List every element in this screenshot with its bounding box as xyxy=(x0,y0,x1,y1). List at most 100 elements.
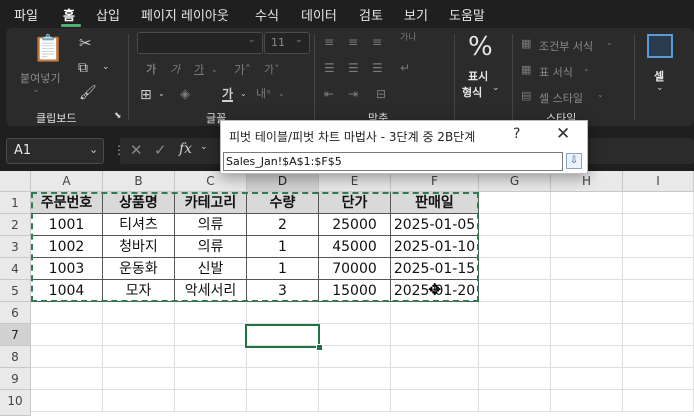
table-cell[interactable]: 운동화 xyxy=(103,258,175,280)
header-cell[interactable]: 단가 xyxy=(319,192,391,214)
empty-cell[interactable] xyxy=(103,346,175,368)
empty-cell[interactable] xyxy=(247,390,319,412)
paste-icon[interactable]: 📋 xyxy=(32,36,64,62)
align-left-icon[interactable]: ☰ xyxy=(324,62,335,74)
empty-cell[interactable] xyxy=(551,302,623,324)
row-header[interactable]: 2 xyxy=(0,214,31,236)
format-painter-icon[interactable]: 🖌 xyxy=(79,86,97,100)
empty-cell[interactable] xyxy=(103,324,175,346)
empty-cell[interactable] xyxy=(623,390,694,412)
header-cell[interactable]: 카테고리 xyxy=(175,192,247,214)
table-cell[interactable]: 2025-01-10 xyxy=(391,236,479,258)
empty-cell[interactable] xyxy=(175,302,247,324)
table-cell[interactable]: 1003 xyxy=(31,258,103,280)
borders-icon[interactable]: ⊞ xyxy=(140,88,152,102)
number-format-label-2[interactable]: 형식 xyxy=(462,84,482,100)
percent-icon[interactable]: % xyxy=(468,34,493,60)
empty-cell[interactable] xyxy=(623,368,694,390)
empty-cell[interactable] xyxy=(551,258,623,280)
font-size-combo[interactable]: 11 ⌄ xyxy=(264,32,310,54)
collapse-dialog-icon[interactable]: ⇩ xyxy=(566,153,582,169)
chevron-down-icon[interactable]: ⌄ xyxy=(492,84,500,93)
empty-cell[interactable] xyxy=(175,390,247,412)
table-cell[interactable]: 15000 xyxy=(319,280,391,302)
row-header[interactable]: 6 xyxy=(0,302,31,324)
menu-review[interactable]: 검토 xyxy=(359,5,383,24)
font-name-combo[interactable] xyxy=(137,32,263,54)
empty-cell[interactable] xyxy=(623,236,694,258)
row-header[interactable]: 1 xyxy=(0,192,31,214)
fill-color-icon[interactable]: ◈ xyxy=(180,88,190,101)
table-cell[interactable]: 2 xyxy=(247,214,319,236)
empty-cell[interactable] xyxy=(391,302,479,324)
column-header[interactable]: B xyxy=(103,171,175,192)
cell-style-button[interactable]: 셀 스타일 xyxy=(539,90,583,106)
font-color-icon[interactable]: 가 xyxy=(222,88,234,102)
close-icon[interactable]: ✕ xyxy=(556,124,570,144)
decrease-font-icon[interactable]: 가˅ xyxy=(264,64,280,75)
chevron-down-icon[interactable]: ⌄ xyxy=(278,90,285,98)
table-cell[interactable]: 3 xyxy=(247,280,319,302)
header-cell[interactable]: 판매일 xyxy=(391,192,479,214)
table-cell[interactable]: 1 xyxy=(247,236,319,258)
column-header[interactable]: D xyxy=(247,171,319,192)
empty-cell[interactable] xyxy=(551,236,623,258)
cells-button[interactable]: 셀 xyxy=(654,68,664,84)
range-input[interactable] xyxy=(223,152,563,171)
align-middle-icon[interactable]: ≡ xyxy=(348,36,358,48)
header-cell[interactable]: 수량 xyxy=(247,192,319,214)
align-right-icon[interactable]: ☰ xyxy=(372,62,383,74)
table-cell[interactable]: 2025-01-15 xyxy=(391,258,479,280)
chevron-down-icon[interactable]: ⌄ xyxy=(32,86,40,95)
table-cell[interactable]: 1001 xyxy=(31,214,103,236)
empty-cell[interactable] xyxy=(623,192,694,214)
cancel-icon[interactable]: ✕ xyxy=(130,141,143,159)
empty-cell[interactable] xyxy=(479,324,551,346)
chevron-down-icon[interactable]: ⌄ xyxy=(102,63,110,72)
spreadsheet-grid[interactable]: A B C D E F G H I 1 2 3 4 5 6 7 8 9 10 주… xyxy=(0,171,694,416)
select-all-corner[interactable] xyxy=(0,171,31,192)
align-center-icon[interactable]: ☰ xyxy=(348,62,359,74)
empty-cell[interactable] xyxy=(551,390,623,412)
empty-cell[interactable] xyxy=(623,302,694,324)
empty-cell[interactable] xyxy=(103,302,175,324)
empty-cell[interactable] xyxy=(479,280,551,302)
empty-cell[interactable] xyxy=(247,368,319,390)
empty-cell[interactable] xyxy=(103,368,175,390)
table-format-icon[interactable]: ▦ xyxy=(521,64,531,75)
column-header[interactable]: E xyxy=(319,171,391,192)
empty-cell[interactable] xyxy=(551,368,623,390)
table-cell[interactable]: 모자 xyxy=(103,280,175,302)
table-cell[interactable]: 2025-01-05 xyxy=(391,214,479,236)
empty-cell[interactable] xyxy=(623,346,694,368)
empty-cell[interactable] xyxy=(623,280,694,302)
chevron-down-icon[interactable]: ⌄ xyxy=(89,143,98,156)
menu-home[interactable]: 홈 xyxy=(63,5,75,24)
empty-cell[interactable] xyxy=(479,302,551,324)
empty-cell[interactable] xyxy=(551,280,623,302)
empty-cell[interactable] xyxy=(31,368,103,390)
empty-cell[interactable] xyxy=(623,258,694,280)
conditional-format-icon[interactable]: ▦ xyxy=(521,38,531,49)
empty-cell[interactable] xyxy=(551,214,623,236)
table-cell[interactable]: 1002 xyxy=(31,236,103,258)
fill-handle[interactable] xyxy=(316,344,323,351)
table-cell[interactable]: 청바지 xyxy=(103,236,175,258)
row-header[interactable]: 7 xyxy=(0,324,31,346)
column-header[interactable]: G xyxy=(479,171,551,192)
chevron-down-icon[interactable]: ⌄ xyxy=(597,91,604,99)
table-cell[interactable]: 1 xyxy=(247,258,319,280)
wrap-text-icon[interactable]: ↵ xyxy=(400,62,410,74)
active-cell[interactable] xyxy=(245,324,320,348)
menu-formulas[interactable]: 수식 xyxy=(255,5,279,24)
phonetic-icon[interactable]: 내ˣ xyxy=(256,88,271,99)
chevron-down-icon[interactable]: ⌄ xyxy=(158,90,165,98)
number-format-label-1[interactable]: 표시 xyxy=(468,68,488,84)
increase-indent-icon[interactable]: ⇥ xyxy=(348,88,358,100)
empty-cell[interactable] xyxy=(551,324,623,346)
chevron-down-icon[interactable]: ⌄ xyxy=(656,84,664,93)
table-cell[interactable]: 25000 xyxy=(319,214,391,236)
menu-view[interactable]: 보기 xyxy=(404,5,428,24)
decrease-indent-icon[interactable]: ⇤ xyxy=(324,88,334,100)
merge-icon[interactable]: ⊟ xyxy=(376,88,386,100)
